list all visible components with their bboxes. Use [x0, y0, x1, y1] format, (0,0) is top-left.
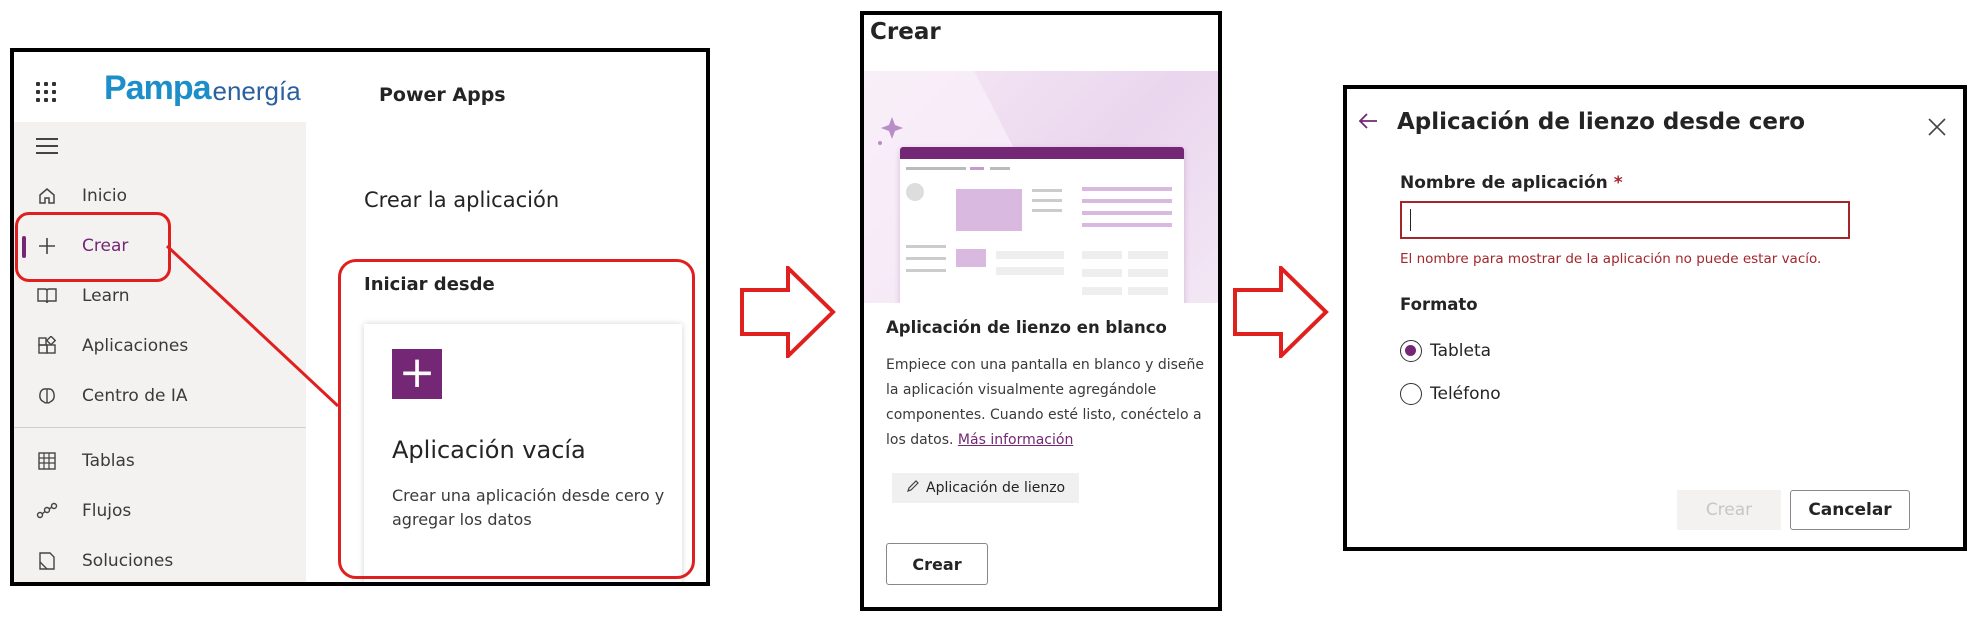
template-description: Empiece con una pantalla en blanco y dis… — [886, 353, 1206, 453]
table-icon — [36, 450, 58, 472]
create-button[interactable]: Crear — [886, 543, 988, 585]
dialog-title: Aplicación de lienzo desde cero — [1397, 109, 1806, 135]
nav-item-label: Flujos — [82, 501, 132, 521]
format-radio-phone[interactable]: Teléfono — [1400, 383, 1501, 405]
canvas-app-dialog: Aplicación de lienzo desde cero Nombre d… — [1343, 85, 1967, 551]
right-arrow-icon — [1233, 266, 1329, 358]
app-mockup — [900, 147, 1184, 303]
create-button-disabled[interactable]: Crear — [1677, 490, 1781, 530]
radio-unchecked-icon — [1400, 383, 1422, 405]
right-arrow-icon — [740, 266, 836, 358]
nav-item-label: Tablas — [82, 451, 135, 471]
app-name-input[interactable] — [1400, 201, 1850, 239]
nav-item-flujos[interactable]: Flujos — [14, 491, 306, 531]
annotation-connector — [165, 244, 340, 408]
nav-item-tablas[interactable]: Tablas — [14, 441, 306, 481]
template-preview-image — [864, 71, 1218, 303]
radio-label: Teléfono — [1430, 384, 1501, 404]
flow-icon — [36, 500, 58, 522]
create-template-panel: Crear Aplicación de lienzo en blanco Emp… — [860, 11, 1222, 611]
pencil-icon — [906, 479, 920, 497]
format-label: Formato — [1400, 295, 1478, 314]
app-name-label: Nombre de aplicación * — [1400, 173, 1623, 193]
text-caret — [1410, 209, 1411, 231]
required-mark: * — [1613, 173, 1623, 193]
close-icon[interactable] — [1927, 117, 1947, 137]
template-title: Aplicación de lienzo en blanco — [886, 318, 1167, 337]
solutions-icon — [36, 550, 58, 572]
back-arrow-icon[interactable] — [1357, 111, 1379, 135]
tag-label: Aplicación de lienzo — [926, 480, 1066, 496]
format-radio-tablet[interactable]: Tableta — [1400, 340, 1491, 362]
nav-divider — [14, 427, 306, 428]
radio-label: Tableta — [1430, 341, 1492, 361]
app-name-label-text: Nombre de aplicación — [1400, 173, 1608, 193]
radio-checked-icon — [1400, 340, 1422, 362]
panel-title: Crear — [870, 19, 941, 45]
cancel-button[interactable]: Cancelar — [1790, 490, 1910, 530]
validation-error: El nombre para mostrar de la aplicación … — [1400, 251, 1822, 267]
more-info-link[interactable]: Más información — [958, 432, 1073, 448]
nav-item-label: Soluciones — [82, 551, 174, 571]
nav-item-soluciones[interactable]: Soluciones — [14, 541, 306, 581]
canvas-app-tag: Aplicación de lienzo — [892, 473, 1080, 503]
